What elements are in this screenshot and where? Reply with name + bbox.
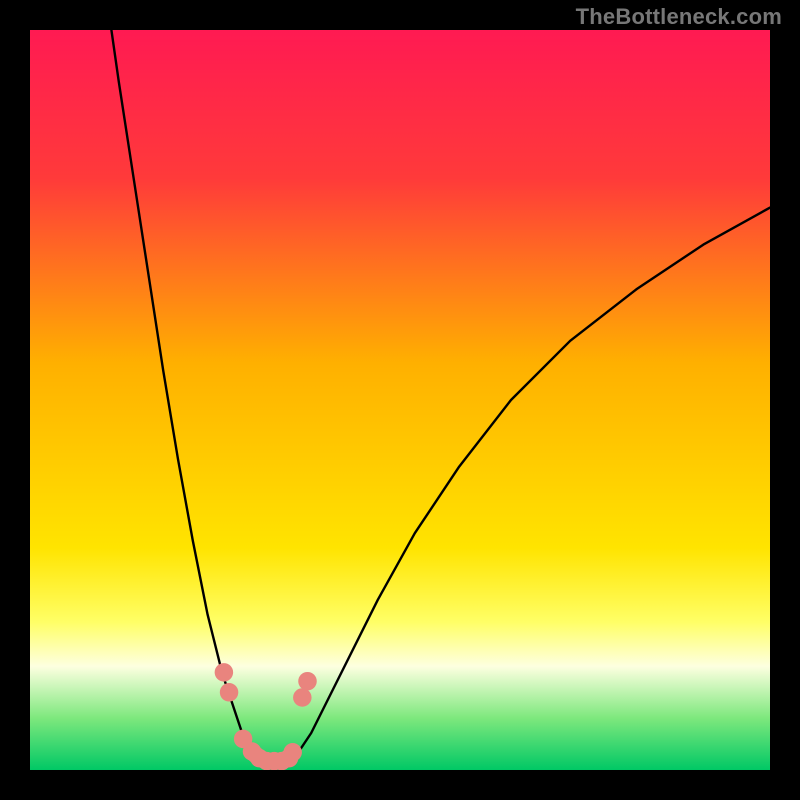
plot-area bbox=[30, 30, 770, 770]
marker-dot bbox=[293, 688, 312, 707]
chart-frame: TheBottleneck.com bbox=[0, 0, 800, 800]
marker-dot bbox=[283, 743, 302, 762]
marker-dot bbox=[298, 672, 317, 691]
gradient-background bbox=[30, 30, 770, 770]
watermark-text: TheBottleneck.com bbox=[576, 4, 782, 30]
marker-dot bbox=[215, 663, 234, 682]
marker-dot bbox=[220, 683, 239, 702]
chart-svg bbox=[30, 30, 770, 770]
